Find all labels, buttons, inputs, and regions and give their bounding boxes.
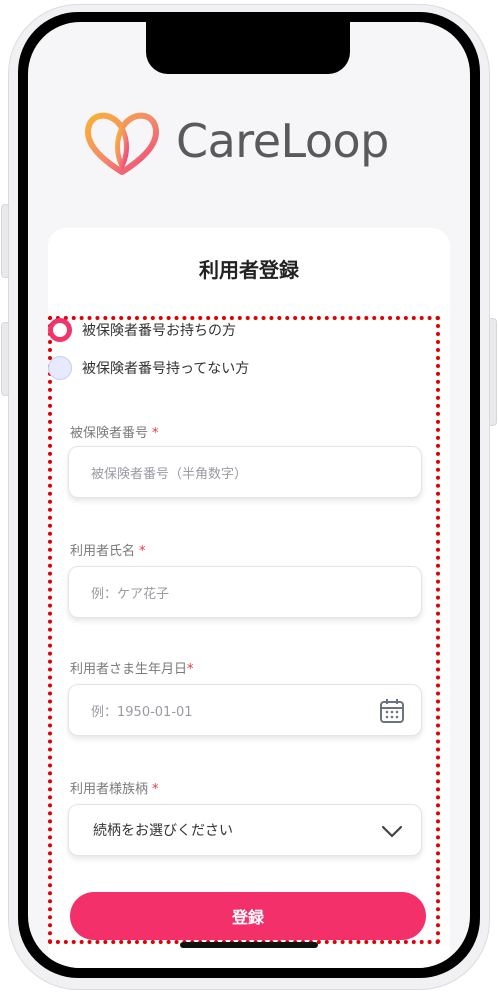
label-text: 被保険者番号 (70, 426, 149, 441)
radio-unchecked-icon[interactable] (48, 356, 72, 380)
radio-label: 被保険者番号持ってない方 (82, 361, 250, 377)
birthdate-input[interactable]: 例：1950-01-01 (68, 684, 422, 736)
select-value: 続柄をお選びください (93, 823, 233, 839)
chevron-down-icon[interactable] (379, 818, 405, 844)
notch (146, 22, 350, 74)
power-button (489, 318, 497, 426)
heart-logo-icon (85, 112, 159, 175)
brand-logo: CareLoop (82, 106, 422, 176)
required-mark: * (152, 782, 159, 797)
label-text: 利用者様族柄 (70, 782, 149, 797)
required-mark: * (187, 662, 194, 677)
radio-no-insurance-number[interactable]: 被保険者番号持ってない方 (48, 356, 249, 380)
home-indicator (180, 942, 318, 948)
required-mark: * (139, 544, 146, 559)
volume-down-button (1, 322, 9, 396)
register-button[interactable]: 登録 (70, 892, 426, 940)
user-name-input[interactable]: 例：ケア花子 (68, 566, 422, 618)
insurance-number-input[interactable]: 被保険者番号（半角数字） (68, 446, 422, 498)
radio-checked-icon[interactable] (48, 318, 72, 342)
radio-label: 被保険者番号お持ちの方 (82, 323, 236, 339)
label-text: 利用者氏名 (70, 544, 136, 559)
relationship-label: 利用者様族柄 * (70, 778, 159, 797)
brand-name: CareLoop (176, 114, 389, 168)
phone-screen: CareLoop 利用者登録 被保険者番号お持ちの方 被保険者番号持ってない方 … (28, 22, 470, 968)
calendar-icon[interactable] (379, 698, 405, 724)
input-placeholder: 被保険者番号（半角数字） (91, 466, 248, 482)
page-title: 利用者登録 (199, 258, 299, 282)
volume-up-button (1, 204, 9, 278)
radio-has-insurance-number[interactable]: 被保険者番号お持ちの方 (48, 318, 236, 342)
relationship-select[interactable]: 続柄をお選びください (68, 804, 422, 856)
input-placeholder: 例：ケア花子 (91, 586, 170, 602)
user-name-label: 利用者氏名 * (70, 540, 146, 559)
birthdate-label: 利用者さま生年月日* (70, 658, 194, 677)
insurance-number-label: 被保険者番号 * (70, 422, 159, 441)
required-mark: * (152, 426, 159, 441)
label-text: 利用者さま生年月日 (70, 662, 188, 677)
input-placeholder: 例：1950-01-01 (91, 704, 193, 720)
